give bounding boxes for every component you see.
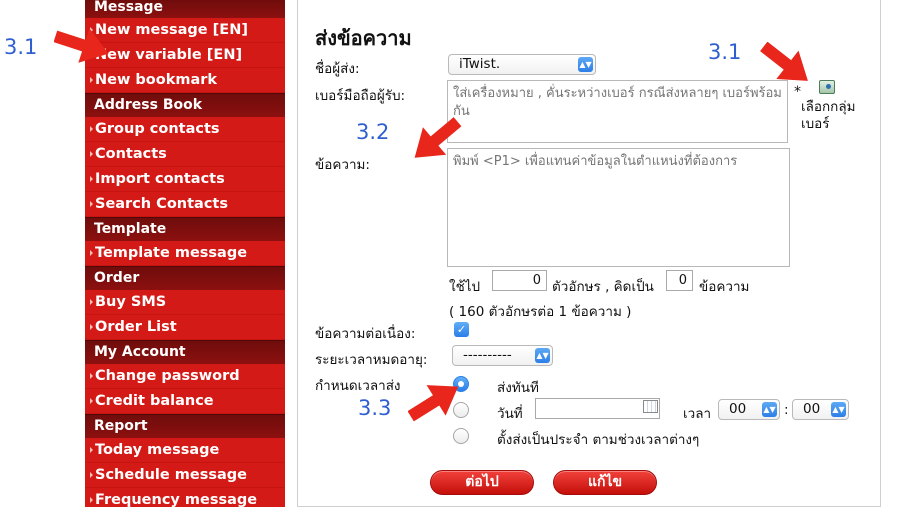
group-contacts-icon[interactable] <box>819 80 835 94</box>
recipient-label: เบอร์มือถือผู้รับ: <box>315 88 406 104</box>
section-header-template: Template <box>85 217 285 241</box>
sidebar-item-search-contacts[interactable]: Search Contacts <box>85 192 285 217</box>
sidebar-item-schedule-message[interactable]: Schedule message <box>85 463 285 488</box>
calendar-icon[interactable] <box>643 400 658 413</box>
chars-used-field: 0 <box>492 270 547 291</box>
send-now-label: ส่งทันที <box>497 380 539 396</box>
expiry-select[interactable]: ---------- ▲▼ <box>452 345 553 366</box>
sidebar-item-order-list[interactable]: Order List <box>85 315 285 340</box>
annotation-arrow-message <box>414 117 462 158</box>
section-header-my-account: My Account <box>85 340 285 364</box>
chars-label: ตัวอักษร , คิดเป็น <box>552 279 654 295</box>
recipient-input[interactable] <box>447 80 788 143</box>
sidebar-item-new-variable[interactable]: New variable [EN] <box>85 43 285 68</box>
select-arrows-icon: ▲▼ <box>578 57 593 72</box>
select-group-link[interactable]: เลือกกลุ่ม เบอร์ <box>801 99 871 133</box>
sender-label: ชื่อผู้ส่ง: <box>315 61 360 77</box>
message-input[interactable] <box>447 148 790 267</box>
sidebar-item-credit-balance[interactable]: Credit balance <box>85 389 285 414</box>
hour-select[interactable]: 00 ▲▼ <box>718 399 780 420</box>
edit-button[interactable]: แก้ไข <box>553 470 657 495</box>
schedule-label: กำหนดเวลาส่ง <box>315 378 401 394</box>
section-header-address-book: Address Book <box>85 93 285 117</box>
sidebar-nav: Message New message [EN] New variable [E… <box>85 0 285 507</box>
sidebar-item-buy-sms[interactable]: Buy SMS <box>85 290 285 315</box>
section-header-order: Order <box>85 266 285 290</box>
message-count-label: ข้อความ <box>699 279 750 295</box>
continuous-checkbox[interactable]: ✓ <box>454 322 469 337</box>
annotation-arrow-schedule <box>408 385 459 422</box>
sender-select[interactable]: iTwist. ▲▼ <box>448 54 596 75</box>
sidebar-item-new-bookmark[interactable]: New bookmark <box>85 68 285 93</box>
section-header-report: Report <box>85 414 285 438</box>
sidebar-item-template-message[interactable]: Template message <box>85 241 285 266</box>
sidebar-item-group-contacts[interactable]: Group contacts <box>85 117 285 142</box>
select-arrows-icon: ▲▼ <box>831 402 846 417</box>
sender-select-value: iTwist. <box>459 56 501 72</box>
sidebar-item-frequency-message[interactable]: Frequency message <box>85 488 285 507</box>
sidebar-item-new-message[interactable]: New message [EN] <box>85 18 285 43</box>
continuous-label: ข้อความต่อเนื่อง: <box>315 326 416 342</box>
chars-per-message-note: ( 160 ตัวอักษรต่อ 1 ข้อความ ) <box>449 304 632 320</box>
annotation-arrow-right <box>760 42 808 81</box>
recurring-label: ตั้งส่งเป็นประจำ ตามช่วงเวลาต่างๆ <box>497 432 700 448</box>
message-count-field: 0 <box>666 270 693 291</box>
date-label: วันที่ <box>497 406 523 422</box>
select-arrows-icon: ▲▼ <box>535 348 550 363</box>
time-label: เวลา <box>683 406 712 422</box>
sidebar-item-change-password[interactable]: Change password <box>85 364 285 389</box>
sidebar-item-contacts[interactable]: Contacts <box>85 142 285 167</box>
sidebar-item-today-message[interactable]: Today message <box>85 438 285 463</box>
expiry-select-value: ---------- <box>463 347 512 363</box>
message-label: ข้อความ: <box>315 157 370 173</box>
sidebar-item-import-contacts[interactable]: Import contacts <box>85 167 285 192</box>
annotation-label-3-1-right: 3.1 <box>708 40 742 64</box>
minute-select-value: 00 <box>803 401 821 417</box>
annotation-arrow-left <box>54 28 109 63</box>
hour-select-value: 00 <box>729 401 747 417</box>
date-input[interactable] <box>535 398 660 419</box>
annotation-label-3-2: 3.2 <box>356 120 390 144</box>
section-header-message: Message <box>85 0 285 18</box>
expiry-label: ระยะเวลาหมดอายุ: <box>315 352 428 368</box>
next-button[interactable]: ต่อไป <box>430 470 534 495</box>
used-label: ใช้ไป <box>449 279 481 295</box>
recurring-radio[interactable] <box>453 428 469 444</box>
select-arrows-icon: ▲▼ <box>762 402 777 417</box>
annotation-label-3-1-left: 3.1 <box>4 35 38 59</box>
annotation-label-3-3: 3.3 <box>358 396 392 420</box>
page-title: ส่งข้อความ <box>315 26 412 50</box>
minute-select[interactable]: 00 ▲▼ <box>792 399 849 420</box>
time-separator: : <box>784 402 789 418</box>
